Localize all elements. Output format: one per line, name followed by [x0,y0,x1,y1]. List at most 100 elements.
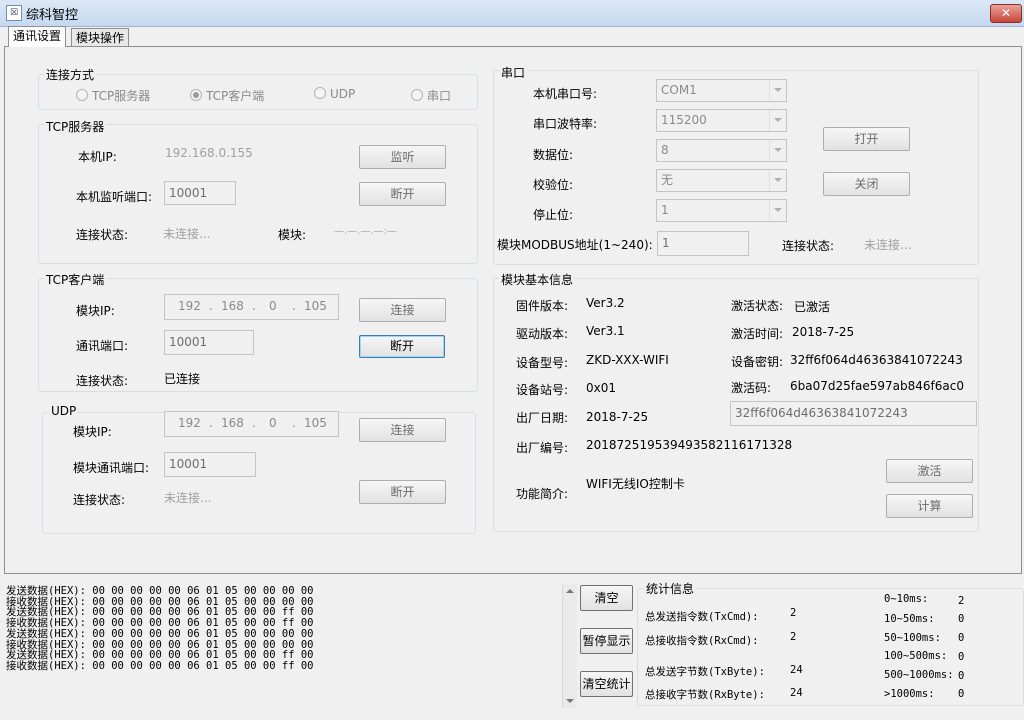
window-title: 综科智控 [26,8,79,23]
scroll-up-icon [566,589,574,593]
serial-stop-bits-select[interactable]: 1 [656,199,787,222]
serial-parity-select[interactable]: 无 [656,169,787,192]
udp-status-value: 未连接... [164,491,212,505]
udp-disconnect-button[interactable]: 断开 [359,480,446,504]
tab-module-ops[interactable]: 模块操作 [71,28,130,47]
serial-close-button[interactable]: 关闭 [823,172,910,196]
tcp-server-ip-value: 192.168.0.155 [165,146,253,160]
app-icon: ☒ [6,5,22,21]
serial-baud-select[interactable]: 115200 [656,109,787,132]
function-label: 功能简介: [516,487,569,501]
serial-stop-bits-label: 停止位: [533,208,574,222]
clear-log-button[interactable]: 清空 [580,585,633,611]
date-label: 出厂日期: [516,411,569,425]
radio-tcp-client[interactable]: TCP客户端 [190,87,264,104]
serial-parity-label: 校验位: [533,178,574,192]
radio-udp[interactable]: UDP [314,87,355,101]
modbus-address-input[interactable]: 1 [657,231,749,256]
stats-legend: 统计信息 [644,580,697,597]
tcp-client-disconnect-button[interactable]: 断开 [359,335,445,358]
data-log[interactable]: 发送数据(HEX): 00 00 00 00 00 06 01 05 00 00… [6,586,562,686]
device-key-value: 32ff6f064d46363841072243 [790,353,963,367]
tab-comm-settings[interactable]: 通讯设置 [8,26,67,47]
range-label: 0~10ms: [884,593,929,605]
range-value: 0 [958,688,965,700]
activation-time-value: 2018-7-25 [792,325,855,339]
station-value: 0x01 [586,381,617,395]
serial-baud-label: 串口波特率: [533,117,598,131]
serial-status-value: 未连接... [864,238,912,252]
serial-number-value: 20187251953949358211617132​8 [586,438,793,452]
pause-display-button[interactable]: 暂停显示 [580,628,633,654]
serial-data-bits-select[interactable]: 8 [656,139,787,162]
log-scrollbar[interactable] [562,584,577,708]
tcp-client-ip-label: 模块IP: [76,304,115,318]
listen-button[interactable]: 监听 [359,145,446,169]
connection-mode-legend: 连接方式 [44,66,97,83]
activation-status-value: 已激活 [794,300,831,314]
tx-cmd-value: 2 [790,607,797,619]
device-key-label: 设备密钥: [731,355,784,369]
tx-byte-value: 24 [790,664,803,676]
tcp-server-module-value: —.—.—.—:— [334,226,397,237]
radio-tcp-server[interactable]: TCP服务器 [76,87,150,104]
firmware-label: 固件版本: [516,299,569,313]
udp-port-input[interactable]: 10001 [164,452,256,477]
serial-port-select[interactable]: COM1 [656,79,787,102]
activate-button[interactable]: 激活 [886,459,973,483]
tcp-server-port-input[interactable]: 10001 [164,181,236,205]
tx-cmd-label: 总发送指令数(TxCmd): [645,611,759,623]
serial-number-label: 出厂编号: [516,441,569,455]
rx-byte-value: 24 [790,687,803,699]
tcp-server-status-value: 未连接... [163,227,211,241]
radio-serial[interactable]: 串口 [411,87,451,104]
range-label: 500~1000ms: [884,669,954,681]
chevron-down-icon [769,140,786,161]
tcp-client-connect-button[interactable]: 连接 [359,298,446,322]
chevron-down-icon [769,80,786,101]
tcp-server-status-label: 连接状态: [76,228,129,242]
driver-label: 驱动版本: [516,327,569,341]
calculate-button[interactable]: 计算 [886,494,973,518]
tcp-server-ip-label: 本机IP: [78,150,117,164]
function-value: WIFI无线IO控制卡 [586,477,685,491]
udp-connect-button[interactable]: 连接 [359,418,446,442]
log-line: 发送数据(HEX): 00 00 00 00 00 06 01 05 00 00… [6,627,314,640]
serial-legend: 串口 [499,64,528,81]
tcp-server-port-label: 本机监听端口: [76,190,153,204]
model-value: ZKD-XXX-WIFI [586,353,669,367]
range-value: 0 [958,670,965,682]
chevron-down-icon [769,170,786,191]
serial-open-button[interactable]: 打开 [823,127,910,151]
range-label: 100~500ms: [884,650,948,662]
tx-byte-label: 总发送字节数(TxByte): [645,666,765,678]
chevron-down-icon [769,110,786,131]
range-label: 10~50ms: [884,613,935,625]
tcp-client-ip-input[interactable]: 192. 168. 0. 105 [164,294,339,320]
close-button[interactable]: ✕ [990,4,1022,23]
module-info-legend: 模块基本信息 [499,271,576,288]
tcp-server-disconnect-button[interactable]: 断开 [359,182,446,206]
chevron-down-icon [769,200,786,221]
modbus-address-label: 模块MODBUS地址(1~240): [497,238,653,252]
rx-byte-label: 总接收字节数(RxByte): [645,689,765,701]
udp-ip-input[interactable]: 192. 168. 0. 105 [164,411,339,437]
udp-ip-label: 模块IP: [73,425,112,439]
tcp-client-port-input[interactable]: 10001 [164,330,254,355]
date-value: 2018-7-25 [586,410,649,424]
clear-stats-button[interactable]: 清空统计 [580,671,633,697]
driver-value: Ver3.1 [586,324,625,338]
scroll-down-icon [566,699,574,703]
range-value: 0 [958,632,965,644]
udp-port-label: 模块通讯端口: [73,461,150,475]
range-value: 2 [958,595,965,607]
activation-status-label: 激活状态: [731,299,784,313]
range-label: >1000ms: [884,688,935,700]
range-label: 50~100ms: [884,632,941,644]
activation-code-value: 6ba07d25fae597ab846f6ac0 [790,379,964,393]
range-value: 0 [958,613,965,625]
key-input[interactable]: 32ff6f064d46363841072243 [730,401,977,426]
station-label: 设备站号: [516,383,569,397]
udp-status-label: 连接状态: [73,493,126,507]
log-line: 接收数据(HEX): 00 00 00 00 00 06 01 05 00 00… [6,659,314,672]
